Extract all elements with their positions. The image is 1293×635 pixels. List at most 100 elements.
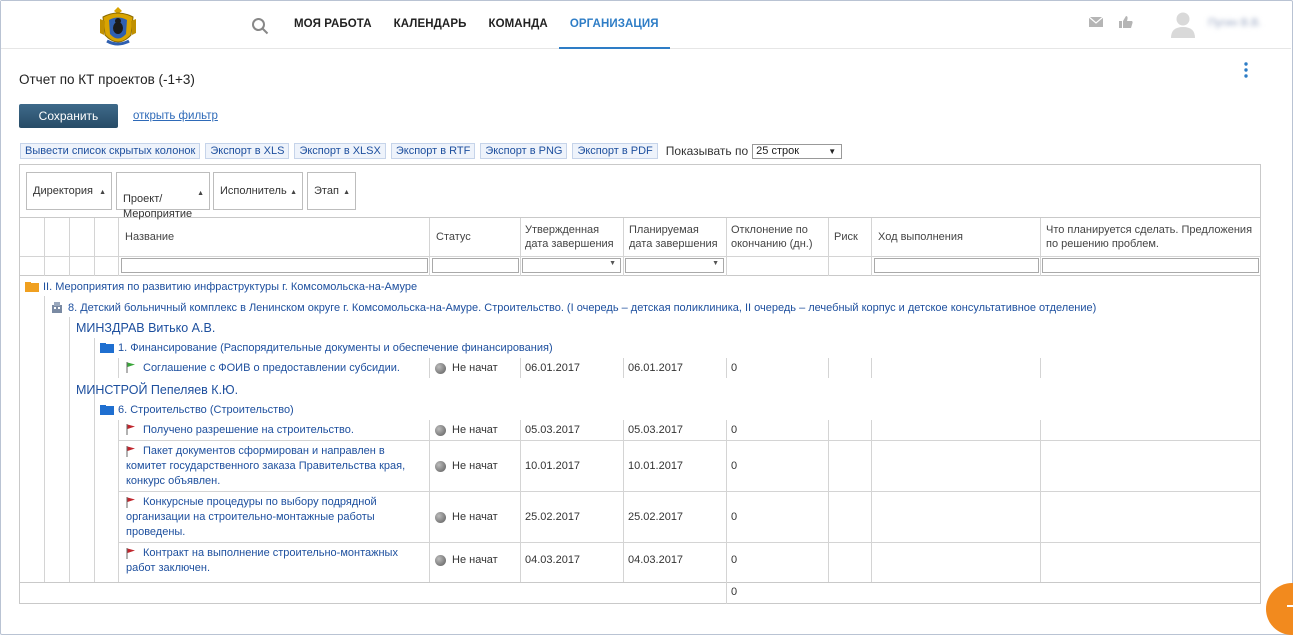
flag-green-icon <box>126 362 135 373</box>
sort-arrow-icon: ▲ <box>197 190 204 197</box>
main-nav: МОЯ РАБОТА КАЛЕНДАРЬ КОМАНДА ОРГАНИЗАЦИЯ <box>283 1 670 49</box>
col-header-planned-date[interactable]: Планируемая дата завершения <box>629 223 724 251</box>
task-name[interactable]: Соглашение с ФОИВ о предоставлении субси… <box>143 361 400 376</box>
col-header-name[interactable]: Название <box>125 230 174 244</box>
export-rtf-button[interactable]: Экспорт в RTF <box>390 143 476 159</box>
user-name[interactable]: Пугин В.В. <box>1208 17 1261 29</box>
search-icon[interactable] <box>251 17 269 35</box>
group-chip-directory[interactable]: Директория ▲ <box>26 172 112 210</box>
status-icon <box>435 555 446 566</box>
report-grid: Директория ▲ Проект/ Мероприятие ▲ Испол… <box>19 164 1261 604</box>
filter-progress-input[interactable] <box>874 258 1039 273</box>
task-deviation: 0 <box>731 460 738 472</box>
thumbs-up-icon[interactable] <box>1118 15 1134 29</box>
task-name[interactable]: Конкурсные процедуры по выбору подрядной… <box>126 495 396 540</box>
nav-team[interactable]: КОМАНДА <box>477 1 558 49</box>
open-filter-link[interactable]: открыть фильтр <box>133 110 218 122</box>
col-header-approved-date[interactable]: Утвержденная дата завершения <box>525 223 621 251</box>
sort-arrow-icon: ▲ <box>343 189 350 196</box>
export-pdf-button[interactable]: Экспорт в PDF <box>572 143 658 159</box>
export-toolbar: Вывести список скрытых колонок Экспорт в… <box>20 143 843 159</box>
task-approved-date: 05.03.2017 <box>525 424 581 436</box>
status-icon <box>435 461 446 472</box>
chevron-down-icon: ▼ <box>828 146 837 156</box>
task-name[interactable]: Пакет документов сформирован и направлен… <box>126 444 426 489</box>
header-divider <box>20 256 1260 257</box>
minus-icon <box>1287 605 1293 607</box>
task-approved-date: 10.01.2017 <box>525 460 581 472</box>
nav-calendar[interactable]: КАЛЕНДАРЬ <box>383 1 478 49</box>
project-row[interactable]: 8. Детский больничный комплекс в Ленинск… <box>68 302 1096 314</box>
filter-plans-input[interactable] <box>1042 258 1259 273</box>
nav-my-work[interactable]: МОЯ РАБОТА <box>283 1 383 49</box>
task-approved-date: 04.03.2017 <box>525 554 581 566</box>
show-by-label: Показывать по <box>665 144 749 158</box>
stage-row[interactable]: 1. Финансирование (Распорядительные доку… <box>118 342 553 354</box>
task-name[interactable]: Контракт на выполнение строительно-монта… <box>126 546 416 576</box>
export-xls-button[interactable]: Экспорт в XLS <box>205 143 290 159</box>
task-name[interactable]: Получено разрешение на строительство. <box>143 423 354 438</box>
filter-approved-date-select[interactable]: ▼ <box>522 258 621 273</box>
folder-icon <box>100 405 114 415</box>
group-chip-label: Проект/ Мероприятие <box>123 193 193 220</box>
group-chip-label: Этап <box>314 185 339 197</box>
executor-row[interactable]: МИНСТРОЙ Пепеляев К.Ю. <box>76 383 238 397</box>
task-deviation: 0 <box>731 424 738 436</box>
coat-of-arms-logo[interactable] <box>97 5 139 49</box>
more-options-icon[interactable] <box>1243 62 1249 78</box>
status-icon <box>435 425 446 436</box>
task-approved-date: 06.01.2017 <box>525 362 581 374</box>
filter-name-input[interactable] <box>121 258 428 273</box>
task-deviation: 0 <box>731 511 738 523</box>
group-chip-project[interactable]: Проект/ Мероприятие ▲ <box>116 172 210 220</box>
col-header-progress[interactable]: Ход выполнения <box>878 230 963 244</box>
col-header-status[interactable]: Статус <box>436 230 471 244</box>
task-deviation: 0 <box>731 554 738 566</box>
task-status: Не начат <box>452 424 498 436</box>
folder-icon <box>25 282 39 292</box>
stage-row[interactable]: 6. Строительство (Строительство) <box>118 404 294 416</box>
export-png-button[interactable]: Экспорт в PNG <box>480 143 568 159</box>
sort-arrow-icon: ▲ <box>290 189 297 196</box>
col-header-deviation[interactable]: Отклонение по окончанию (дн.) <box>731 223 826 251</box>
group-chip-executor[interactable]: Исполнитель ▲ <box>213 172 303 210</box>
show-hidden-columns-button[interactable]: Вывести список скрытых колонок <box>20 143 201 159</box>
task-planned-date: 05.03.2017 <box>628 424 684 436</box>
sort-arrow-icon: ▲ <box>99 189 106 196</box>
footer-total: 0 <box>731 586 738 598</box>
status-icon <box>435 363 446 374</box>
group-chip-label: Исполнитель <box>220 185 287 197</box>
page-title: Отчет по КТ проектов (-1+3) <box>19 72 195 87</box>
nav-organization[interactable]: ОРГАНИЗАЦИЯ <box>558 1 670 49</box>
mail-icon[interactable] <box>1088 15 1104 29</box>
filter-status-input[interactable] <box>432 258 519 273</box>
save-button[interactable]: Сохранить <box>19 104 118 128</box>
task-planned-date: 06.01.2017 <box>628 362 684 374</box>
group-chip-stage[interactable]: Этап ▲ <box>307 172 356 210</box>
rows-per-page-select[interactable]: 25 строк ▼ <box>752 143 843 159</box>
top-header: МОЯ РАБОТА КАЛЕНДАРЬ КОМАНДА ОРГАНИЗАЦИЯ… <box>1 1 1291 49</box>
status-icon <box>435 512 446 523</box>
task-status: Не начат <box>452 460 498 472</box>
project-icon <box>52 302 62 313</box>
task-approved-date: 25.02.2017 <box>525 511 581 523</box>
folder-icon <box>100 343 114 353</box>
executor-row[interactable]: МИНЗДРАВ Витько А.В. <box>76 321 215 335</box>
filter-planned-date-select[interactable]: ▼ <box>625 258 724 273</box>
export-xlsx-button[interactable]: Экспорт в XLSX <box>294 143 386 159</box>
task-planned-date: 04.03.2017 <box>628 554 684 566</box>
task-status: Не начат <box>452 362 498 374</box>
col-header-plans[interactable]: Что планируется сделать. Предложения по … <box>1046 223 1258 251</box>
task-status: Не начат <box>452 554 498 566</box>
task-planned-date: 25.02.2017 <box>628 511 684 523</box>
grouping-bar: Директория ▲ Проект/ Мероприятие ▲ Испол… <box>20 165 1260 220</box>
task-deviation: 0 <box>731 362 738 374</box>
user-avatar-icon[interactable] <box>1170 11 1196 39</box>
flag-red-icon <box>126 424 135 435</box>
rows-per-page-value: 25 строк <box>756 144 800 157</box>
col-header-risk[interactable]: Риск <box>834 230 858 244</box>
group-chip-label: Директория <box>33 185 94 197</box>
filter-row-divider <box>20 275 1260 276</box>
directory-row[interactable]: II. Мероприятия по развитию инфраструкту… <box>43 281 417 293</box>
task-status: Не начат <box>452 511 498 523</box>
